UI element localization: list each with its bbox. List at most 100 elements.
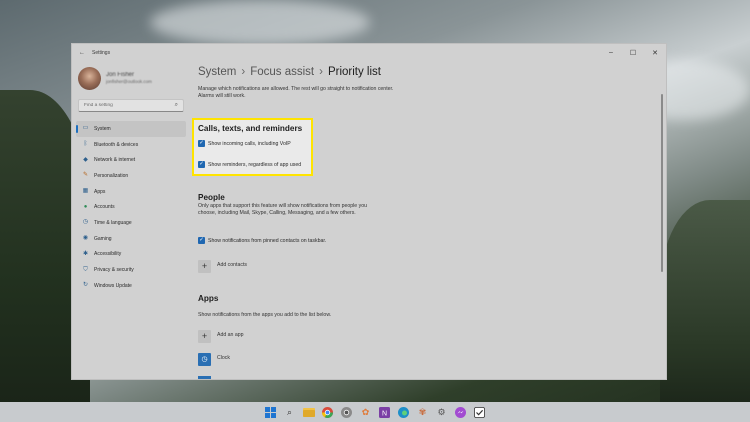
maximize-icon[interactable]: ☐ bbox=[622, 49, 644, 57]
add-an-app-label: Add an app bbox=[217, 331, 244, 338]
profile[interactable]: Jon Fisher jonfisher@outlook.com bbox=[72, 62, 190, 94]
add-contacts-label: Add contacts bbox=[217, 261, 247, 268]
sidebar-item-apps[interactable]: ▦ Apps bbox=[72, 184, 190, 200]
incoming-calls-checkbox-row[interactable]: ✓ Show incoming calls, including VoIP bbox=[198, 140, 291, 147]
close-icon[interactable]: ✕ bbox=[644, 49, 666, 57]
apps-icon: ▦ bbox=[82, 188, 89, 195]
app-name: Clock bbox=[217, 354, 230, 361]
profile-email: jonfisher@outlook.com bbox=[106, 79, 152, 84]
highlight-box: Calls, texts, and reminders ✓ Show incom… bbox=[192, 118, 313, 176]
sidebar-item-label: Network & internet bbox=[94, 157, 136, 164]
breadcrumb: System › Focus assist › Priority list bbox=[198, 66, 658, 78]
back-arrow-icon[interactable]: ← bbox=[75, 50, 89, 56]
sidebar-item-label: Personalization bbox=[94, 172, 129, 179]
accessibility-icon: ✱ bbox=[82, 250, 89, 257]
minimize-icon[interactable]: – bbox=[600, 49, 622, 57]
sidebar-item-label: Apps bbox=[94, 188, 106, 195]
search-icon: ⌕ bbox=[174, 102, 178, 108]
messenger-icon[interactable] bbox=[453, 405, 468, 420]
pinned-contacts-label: Show notifications from pinned contacts … bbox=[208, 237, 327, 244]
breadcrumb-separator: › bbox=[241, 66, 246, 78]
todo-icon[interactable] bbox=[472, 405, 487, 420]
onenote-icon[interactable]: N bbox=[377, 405, 392, 420]
sidebar-item-windows-update[interactable]: ↻ Windows Update bbox=[72, 278, 190, 294]
window-title: Settings bbox=[92, 50, 111, 56]
page-title: Priority list bbox=[327, 66, 381, 78]
plus-icon: + bbox=[198, 330, 211, 343]
file-explorer-icon[interactable] bbox=[301, 405, 316, 420]
apps-description: Show notifications from the apps you add… bbox=[198, 312, 332, 318]
sidebar-item-accounts[interactable]: ● Accounts bbox=[72, 199, 190, 215]
people-description: Only apps that support this feature will… bbox=[198, 203, 367, 217]
chrome-icon[interactable] bbox=[339, 405, 354, 420]
chrome-icon[interactable] bbox=[320, 405, 335, 420]
apps-section-title: Apps bbox=[198, 294, 219, 303]
sidebar: Jon Fisher jonfisher@outlook.com ⌕ ▭ Sys… bbox=[72, 62, 190, 379]
gamepad-icon: ◉ bbox=[82, 235, 89, 242]
bluetooth-icon: ᛒ bbox=[83, 141, 88, 148]
brush-icon: ✎ bbox=[82, 172, 89, 179]
title-bar: ← Settings – ☐ ✕ bbox=[72, 44, 666, 62]
reminders-label: Show reminders, regardless of app used bbox=[208, 161, 302, 168]
sidebar-item-privacy[interactable]: ⛉ Privacy & security bbox=[72, 262, 190, 278]
breadcrumb-separator: › bbox=[319, 66, 323, 78]
edge-icon[interactable] bbox=[396, 405, 411, 420]
sidebar-item-network[interactable]: ◆ Network & internet bbox=[72, 152, 190, 168]
scrollbar[interactable] bbox=[661, 94, 663, 272]
breadcrumb-system[interactable]: System bbox=[198, 66, 236, 78]
add-an-app-button[interactable]: + Add an app bbox=[198, 330, 244, 343]
window-controls: – ☐ ✕ bbox=[600, 49, 666, 57]
clock-icon: ◷ bbox=[198, 353, 211, 366]
wallpaper-cloud bbox=[150, 0, 370, 45]
wifi-icon: ◆ bbox=[83, 156, 88, 163]
paint-icon[interactable]: ✾ bbox=[415, 405, 430, 420]
incoming-calls-label: Show incoming calls, including VoIP bbox=[208, 140, 291, 147]
content-area: System › Focus assist › Priority list Manage… bbox=[192, 62, 658, 379]
sidebar-item-system[interactable]: ▭ System bbox=[76, 121, 186, 137]
shield-icon: ⛉ bbox=[83, 266, 88, 273]
checkmark-icon[interactable]: ✓ bbox=[198, 161, 205, 168]
search-box[interactable]: ⌕ bbox=[78, 99, 184, 112]
app-list-item-partial bbox=[198, 376, 211, 379]
monitor-icon: ▭ bbox=[82, 125, 89, 132]
windows-start-icon[interactable] bbox=[263, 405, 278, 420]
update-icon: ↻ bbox=[82, 282, 89, 289]
person-icon: ● bbox=[83, 203, 88, 210]
sidebar-item-label: Bluetooth & devices bbox=[94, 141, 139, 148]
svg-text:N: N bbox=[382, 410, 387, 417]
sidebar-item-gaming[interactable]: ◉ Gaming bbox=[72, 231, 190, 247]
sidebar-item-label: Accessibility bbox=[94, 251, 122, 258]
pinned-contacts-checkbox-row[interactable]: ✓ Show notifications from pinned contact… bbox=[198, 237, 326, 244]
sidebar-item-label: Accounts bbox=[94, 204, 115, 211]
sidebar-item-personalization[interactable]: ✎ Personalization bbox=[72, 168, 190, 184]
paint-icon[interactable]: ✿ bbox=[358, 405, 373, 420]
sidebar-nav: ▭ System ᛒ Bluetooth & devices ◆ Network… bbox=[72, 121, 190, 294]
sidebar-item-label: System bbox=[94, 125, 111, 132]
page-description: Manage which notifications are allowed. … bbox=[198, 86, 394, 100]
app-list-item-clock[interactable]: ◷ Clock bbox=[198, 353, 230, 366]
wallpaper-mountain-right bbox=[660, 200, 750, 410]
search-icon[interactable]: ⌕ bbox=[282, 405, 297, 420]
profile-name: Jon Fisher bbox=[106, 72, 135, 78]
checkmark-icon[interactable]: ✓ bbox=[198, 140, 205, 147]
people-section-title: People bbox=[198, 193, 225, 202]
sidebar-item-label: Windows Update bbox=[94, 282, 132, 289]
settings-window: ← Settings – ☐ ✕ Jon Fisher jonfisher@ou… bbox=[71, 43, 667, 380]
settings-icon[interactable]: ⚙ bbox=[434, 405, 449, 420]
sidebar-item-label: Privacy & security bbox=[94, 267, 134, 274]
add-contacts-button[interactable]: + Add contacts bbox=[198, 260, 247, 273]
avatar bbox=[78, 66, 101, 90]
taskbar: ⌕ ✿ N ✾ ⚙ bbox=[0, 402, 750, 422]
breadcrumb-focus-assist[interactable]: Focus assist bbox=[250, 66, 314, 78]
sidebar-item-label: Time & language bbox=[94, 219, 132, 226]
sidebar-item-label: Gaming bbox=[94, 235, 112, 242]
clock-globe-icon: ◷ bbox=[82, 219, 89, 226]
sidebar-item-time-language[interactable]: ◷ Time & language bbox=[72, 215, 190, 231]
sidebar-item-bluetooth[interactable]: ᛒ Bluetooth & devices bbox=[72, 137, 190, 153]
sidebar-item-accessibility[interactable]: ✱ Accessibility bbox=[72, 247, 190, 263]
plus-icon: + bbox=[198, 260, 211, 273]
checkmark-icon[interactable]: ✓ bbox=[198, 237, 205, 244]
search-input[interactable] bbox=[84, 103, 175, 108]
calls-section-title: Calls, texts, and reminders bbox=[198, 124, 303, 133]
reminders-checkbox-row[interactable]: ✓ Show reminders, regardless of app used bbox=[198, 161, 301, 168]
